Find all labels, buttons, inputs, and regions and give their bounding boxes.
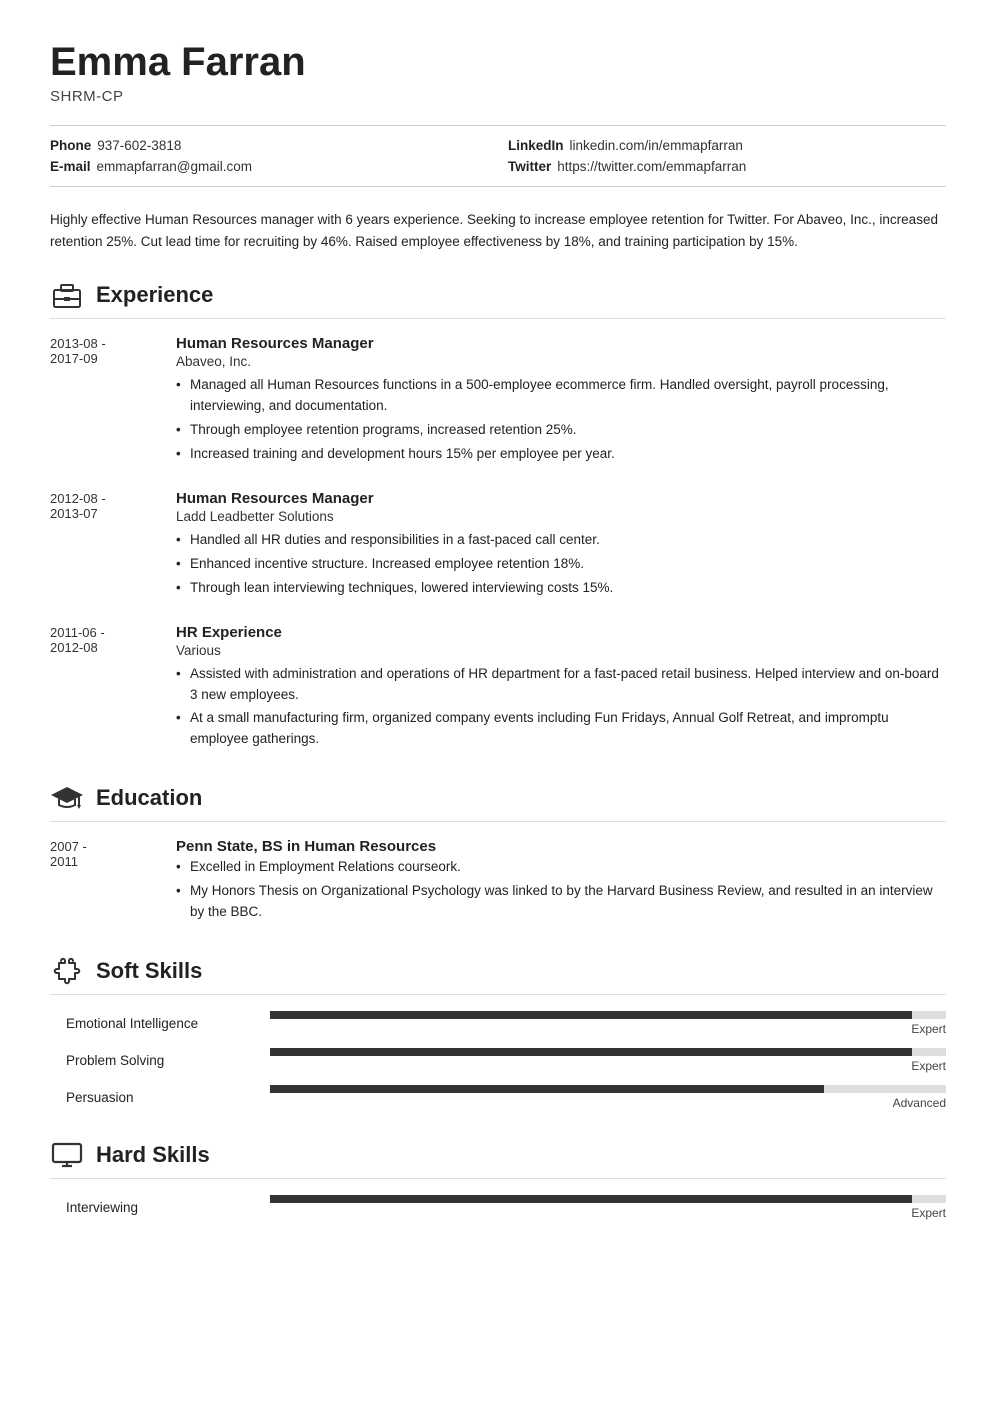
hard-skills-header: Hard Skills <box>50 1138 946 1179</box>
exp-entry-2: 2011-06 -2012-08 HR Experience Various A… <box>50 624 946 754</box>
bullet-1-1: Enhanced incentive structure. Increased … <box>176 554 946 575</box>
soft-skills-icon <box>50 954 84 988</box>
soft-skill-fill-1 <box>270 1048 912 1056</box>
email-value: emmapfarran@gmail.com <box>97 159 253 174</box>
soft-skill-fill-0 <box>270 1011 912 1019</box>
linkedin-value: linkedin.com/in/emmapfarran <box>570 138 743 153</box>
hard-skills-icon <box>50 1138 84 1172</box>
edu-degree-0: Penn State, BS in Human Resources <box>176 838 946 855</box>
hard-skill-name-0: Interviewing <box>50 1200 250 1215</box>
soft-skills-title: Soft Skills <box>96 958 202 984</box>
bullet-0-1: Through employee retention programs, inc… <box>176 420 946 441</box>
twitter-value: https://twitter.com/emmapfarran <box>557 159 746 174</box>
soft-skill-bar-1: Expert <box>270 1048 946 1073</box>
company-0: Abaveo, Inc. <box>176 354 946 369</box>
soft-skill-name-1: Problem Solving <box>50 1053 250 1068</box>
soft-skill-track-2 <box>270 1085 946 1093</box>
experience-section: Experience 2013-08 -2017-09 Human Resour… <box>50 278 946 753</box>
contact-email: E-mail emmapfarran@gmail.com <box>50 159 488 174</box>
exp-content-2: HR Experience Various Assisted with admi… <box>176 624 946 754</box>
experience-header: Experience <box>50 278 946 319</box>
job-title-1: Human Resources Manager <box>176 490 946 507</box>
contact-phone: Phone 937-602-3818 <box>50 138 488 153</box>
company-1: Ladd Leadbetter Solutions <box>176 509 946 524</box>
company-2: Various <box>176 643 946 658</box>
exp-date-1: 2012-08 -2013-07 <box>50 490 160 602</box>
bullet-1-0: Handled all HR duties and responsibiliti… <box>176 530 946 551</box>
hard-skill-track-0 <box>270 1195 946 1203</box>
bullet-0-2: Increased training and development hours… <box>176 444 946 465</box>
soft-skill-fill-2 <box>270 1085 824 1093</box>
exp-date-0: 2013-08 -2017-09 <box>50 335 160 468</box>
bullet-2-1: At a small manufacturing firm, organized… <box>176 708 946 750</box>
soft-skill-level-2: Advanced <box>893 1096 946 1110</box>
education-icon <box>50 781 84 815</box>
resume-name: Emma Farran <box>50 40 946 84</box>
soft-skill-bar-2: Advanced <box>270 1085 946 1110</box>
bullet-2-0: Assisted with administration and operati… <box>176 664 946 706</box>
edu-date-0: 2007 -2011 <box>50 838 160 926</box>
edu-content-0: Penn State, BS in Human Resources Excell… <box>176 838 946 926</box>
bullet-1-2: Through lean interviewing techniques, lo… <box>176 578 946 599</box>
education-title: Education <box>96 785 202 811</box>
bullets-1: Handled all HR duties and responsibiliti… <box>176 530 946 599</box>
hard-skills-section: Hard Skills Interviewing Expert <box>50 1138 946 1220</box>
resume-credential: SHRM-CP <box>50 88 946 105</box>
soft-skill-name-0: Emotional Intelligence <box>50 1016 250 1031</box>
linkedin-label: LinkedIn <box>508 138 564 153</box>
soft-skills-section: Soft Skills Emotional Intelligence Exper… <box>50 954 946 1110</box>
edu-bullet-0-0: Excelled in Employment Relations courseo… <box>176 857 946 878</box>
soft-skills-header: Soft Skills <box>50 954 946 995</box>
soft-skill-level-1: Expert <box>911 1059 946 1073</box>
bullets-0: Managed all Human Resources functions in… <box>176 375 946 465</box>
hard-skill-level-0: Expert <box>911 1206 946 1220</box>
soft-skill-track-0 <box>270 1011 946 1019</box>
contact-twitter: Twitter https://twitter.com/emmapfarran <box>508 159 946 174</box>
education-header: Education <box>50 781 946 822</box>
hard-skills-title: Hard Skills <box>96 1142 210 1168</box>
bullets-2: Assisted with administration and operati… <box>176 664 946 751</box>
education-section: Education 2007 -2011 Penn State, BS in H… <box>50 781 946 926</box>
job-title-0: Human Resources Manager <box>176 335 946 352</box>
bullet-0-0: Managed all Human Resources functions in… <box>176 375 946 417</box>
contact-section: Phone 937-602-3818 LinkedIn linkedin.com… <box>50 125 946 187</box>
edu-bullets-0: Excelled in Employment Relations courseo… <box>176 857 946 923</box>
soft-skill-row-2: Persuasion Advanced <box>50 1085 946 1110</box>
exp-date-2: 2011-06 -2012-08 <box>50 624 160 754</box>
contact-linkedin: LinkedIn linkedin.com/in/emmapfarran <box>508 138 946 153</box>
experience-icon <box>50 278 84 312</box>
exp-content-0: Human Resources Manager Abaveo, Inc. Man… <box>176 335 946 468</box>
soft-skill-level-0: Expert <box>911 1022 946 1036</box>
hard-skill-row-0: Interviewing Expert <box>50 1195 946 1220</box>
phone-label: Phone <box>50 138 91 153</box>
experience-title: Experience <box>96 282 213 308</box>
soft-skill-name-2: Persuasion <box>50 1090 250 1105</box>
summary-text: Highly effective Human Resources manager… <box>50 209 946 252</box>
exp-content-1: Human Resources Manager Ladd Leadbetter … <box>176 490 946 602</box>
job-title-2: HR Experience <box>176 624 946 641</box>
hard-skill-bar-0: Expert <box>270 1195 946 1220</box>
hard-skill-fill-0 <box>270 1195 912 1203</box>
soft-skill-bar-0: Expert <box>270 1011 946 1036</box>
soft-skill-track-1 <box>270 1048 946 1056</box>
email-label: E-mail <box>50 159 91 174</box>
soft-skill-row-1: Problem Solving Expert <box>50 1048 946 1073</box>
edu-entry-0: 2007 -2011 Penn State, BS in Human Resou… <box>50 838 946 926</box>
exp-entry-0: 2013-08 -2017-09 Human Resources Manager… <box>50 335 946 468</box>
phone-value: 937-602-3818 <box>97 138 181 153</box>
exp-entry-1: 2012-08 -2013-07 Human Resources Manager… <box>50 490 946 602</box>
edu-bullet-0-1: My Honors Thesis on Organizational Psych… <box>176 881 946 923</box>
twitter-label: Twitter <box>508 159 551 174</box>
soft-skill-row-0: Emotional Intelligence Expert <box>50 1011 946 1036</box>
